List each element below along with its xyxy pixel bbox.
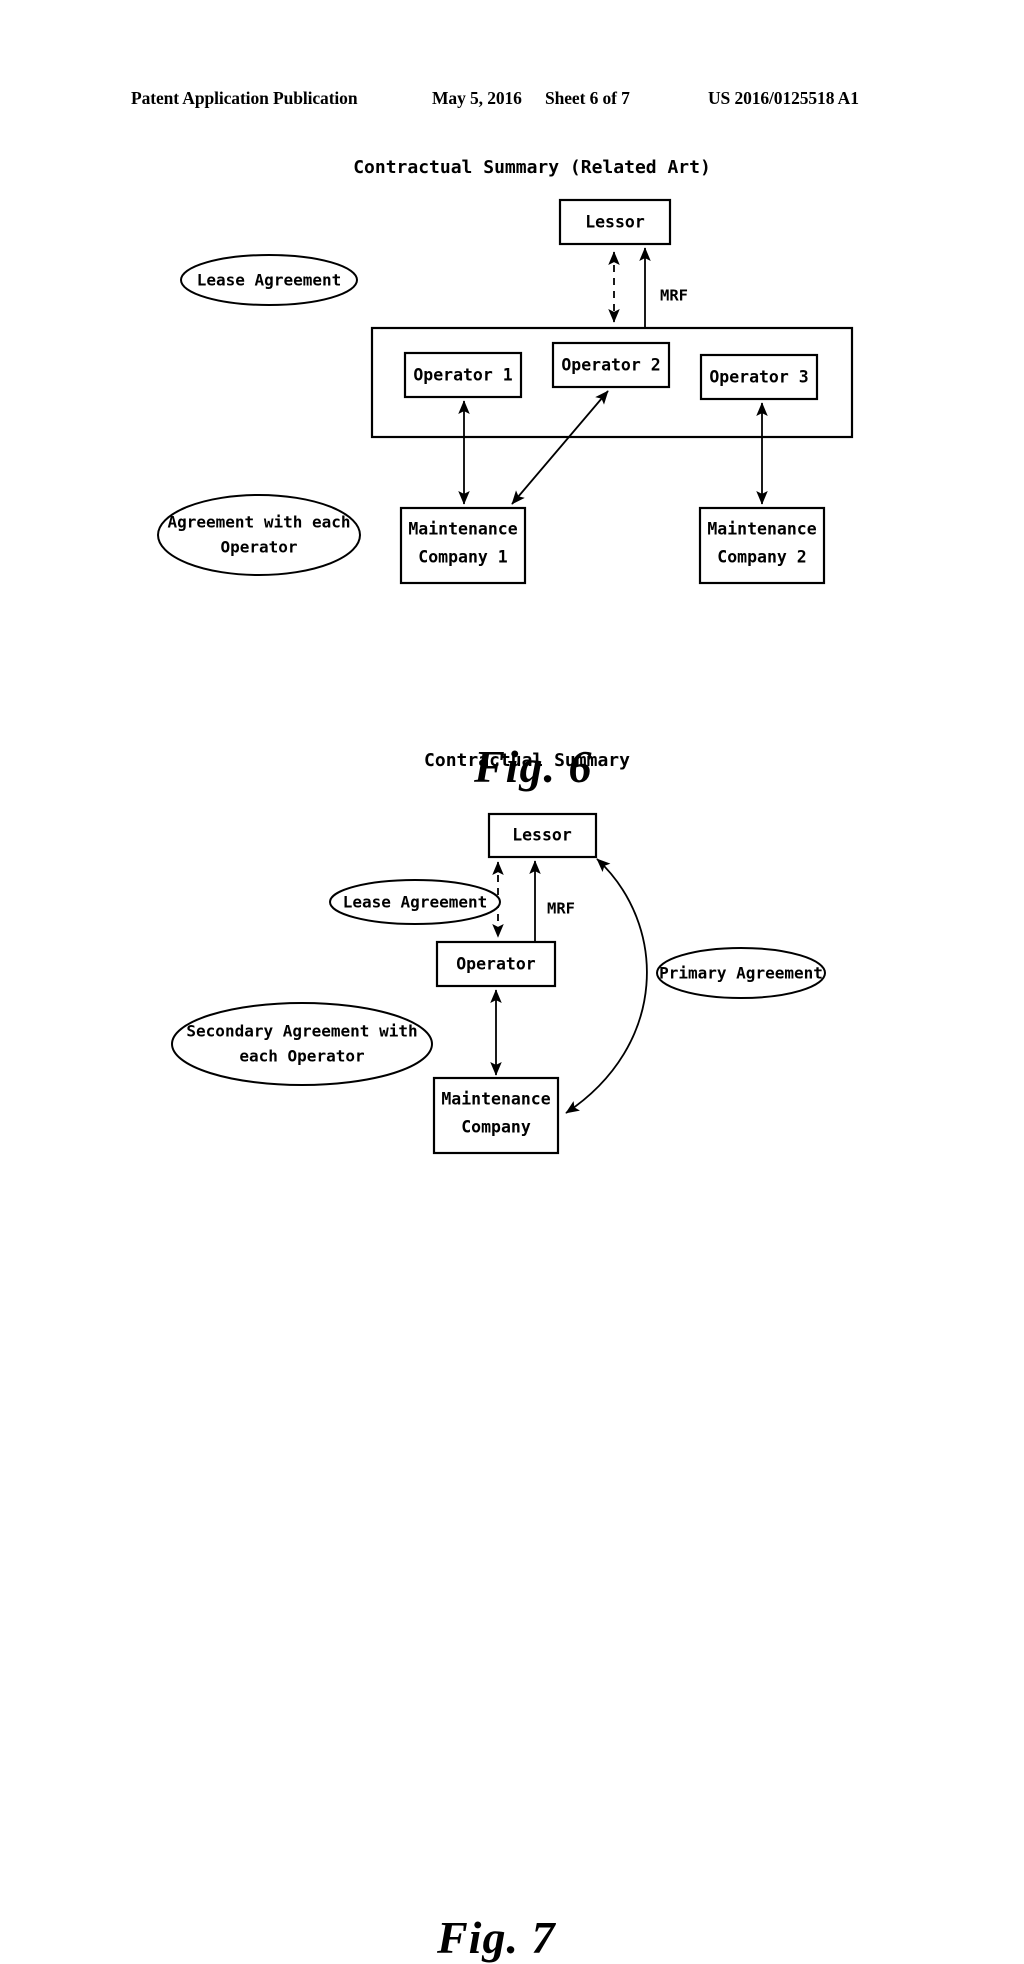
page-header: Patent Application Publication May 5, 20…: [0, 88, 1024, 114]
fig6-operator-3-label: Operator 3: [709, 368, 808, 387]
fig7-maintenance-company-label-line1: Maintenance: [441, 1090, 550, 1109]
fig6-maintenance-company-2-label-line2: Company 2: [717, 548, 806, 567]
header-publication-label: Patent Application Publication: [131, 88, 358, 108]
figure-6-diagram: Contractual Summary (Related Art) Lessor…: [157, 157, 854, 585]
fig7-primary-agreement-label: Primary Agreement: [659, 964, 823, 983]
fig6-agreement-each-operator-label-line1: Agreement with each: [167, 513, 350, 532]
figure-7-caption: Fig. 7: [437, 1912, 556, 1963]
fig7-operator-label: Operator: [456, 955, 536, 974]
fig7-secondary-agreement-label-line1: Secondary Agreement with: [186, 1022, 417, 1041]
fig7-secondary-agreement-label-line2: each Operator: [239, 1047, 364, 1066]
fig6-lease-agreement-label: Lease Agreement: [197, 271, 342, 290]
figure-7-title: Contractual Summary: [424, 750, 630, 771]
fig6-maintenance-company-1-label-line2: Company 1: [418, 548, 507, 567]
header-document-number-label: US 2016/0125518 A1: [708, 88, 859, 108]
figure-7: Contractual Summary Lessor MRF Lease Agr…: [0, 735, 1024, 1963]
fig6-operator-1-label: Operator 1: [413, 366, 512, 385]
fig7-lease-agreement-label: Lease Agreement: [343, 893, 488, 912]
fig6-mrf-label: MRF: [660, 287, 688, 305]
fig6-maintenance-company-1-label-line1: Maintenance: [408, 520, 517, 539]
fig7-lessor-label: Lessor: [512, 826, 572, 845]
fig7-secondary-agreement-ellipse[interactable]: [171, 1002, 433, 1086]
fig7-mrf-label: MRF: [547, 900, 575, 918]
figure-6-title: Contractual Summary (Related Art): [353, 157, 711, 178]
fig6-agreement-each-operator-ellipse[interactable]: [157, 494, 361, 576]
figure-7-diagram: Contractual Summary Lessor MRF Lease Agr…: [171, 750, 826, 1155]
figure-6: Contractual Summary (Related Art) Lessor…: [0, 140, 1024, 792]
fig6-agreement-each-operator-label-line2: Operator: [220, 538, 297, 557]
header-date-label: May 5, 2016: [432, 88, 522, 108]
fig7-maintenance-company-label-line2: Company: [461, 1118, 531, 1137]
fig6-maintenance-company-2-label-line1: Maintenance: [707, 520, 816, 539]
header-sheet-label: Sheet 6 of 7: [545, 88, 630, 108]
fig6-edge-operator2-maintenance1: [511, 390, 609, 505]
fig6-lessor-label: Lessor: [585, 213, 645, 232]
fig7-edge-primary-agreement-curve: [565, 858, 648, 1114]
fig6-operator-2-label: Operator 2: [561, 356, 660, 375]
